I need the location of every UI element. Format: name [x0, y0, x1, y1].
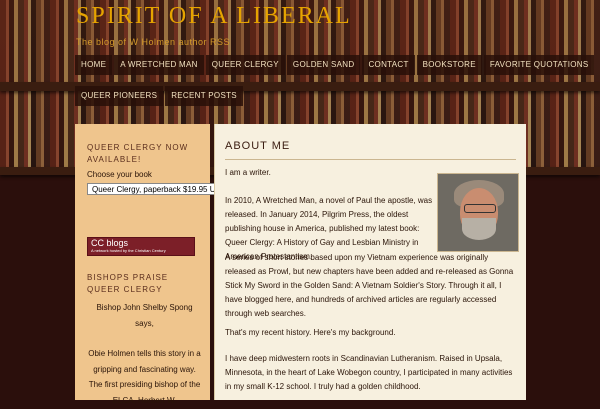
ccblogs-label: CC blogs — [91, 238, 129, 248]
author-photo — [437, 173, 519, 252]
quote-holmen: Obie Holmen tells this story in a grippi… — [88, 349, 201, 374]
main-nav: HOME A WRETCHED MAN QUEER CLERGY GOLDEN … — [75, 55, 596, 75]
paragraph-intro: I am a writer. — [225, 168, 271, 177]
main-nav-row2: QUEER PIONEERS RECENT POSTS — [75, 86, 245, 106]
nav-contact[interactable]: CONTACT — [362, 55, 415, 75]
nav-golden-sand[interactable]: GOLDEN SAND — [286, 55, 361, 75]
sidebar-heading-bishops: BISHOPS PRAISE QUEER CLERGY — [87, 273, 169, 294]
choose-book-label: Choose your book — [87, 170, 152, 179]
page-title: ABOUT ME — [225, 140, 291, 152]
sidebar-heading-queer-clergy: QUEER CLERGY NOW AVAILABLE! — [87, 143, 189, 164]
quote-elca: The first presiding bishop of the ELCA, … — [88, 380, 201, 405]
main-content: ABOUT ME I am a writer. In 2010, A Wretc… — [214, 124, 526, 400]
nav-home[interactable]: HOME — [75, 55, 113, 75]
nav-queer-pioneers[interactable]: QUEER PIONEERS — [75, 86, 164, 106]
nav-a-wretched-man[interactable]: A WRETCHED MAN — [114, 55, 204, 75]
quote-spong: Bishop John Shelby Spong says, — [96, 303, 193, 328]
author-beard — [462, 218, 496, 240]
nav-recent-posts[interactable]: RECENT POSTS — [165, 86, 243, 106]
nav-favorite-quotations[interactable]: FAVORITE QUOTATIONS — [483, 55, 595, 75]
ccblogs-sublabel: A network hosted by the Christian Centur… — [91, 248, 166, 253]
paragraph-history: That's my recent history. Here's my back… — [225, 328, 396, 337]
paragraph-roots: I have deep midwestern roots in Scandina… — [225, 354, 513, 391]
nav-queer-clergy[interactable]: QUEER CLERGY — [205, 55, 285, 75]
author-glasses — [464, 204, 496, 213]
ccblogs-badge[interactable]: CC blogs A network hosted by the Christi… — [87, 237, 195, 256]
sidebar: QUEER CLERGY NOW AVAILABLE! Choose your … — [75, 124, 239, 405]
title-divider — [225, 159, 516, 160]
site-tagline: The blog of W Holmen author RSS — [76, 37, 231, 47]
nav-bookstore[interactable]: BOOKSTORE — [416, 55, 482, 75]
paragraph-stories: A series of short stories based upon my … — [225, 253, 514, 318]
site-title[interactable]: SPIRIT OF A LIBERAL — [76, 3, 352, 30]
